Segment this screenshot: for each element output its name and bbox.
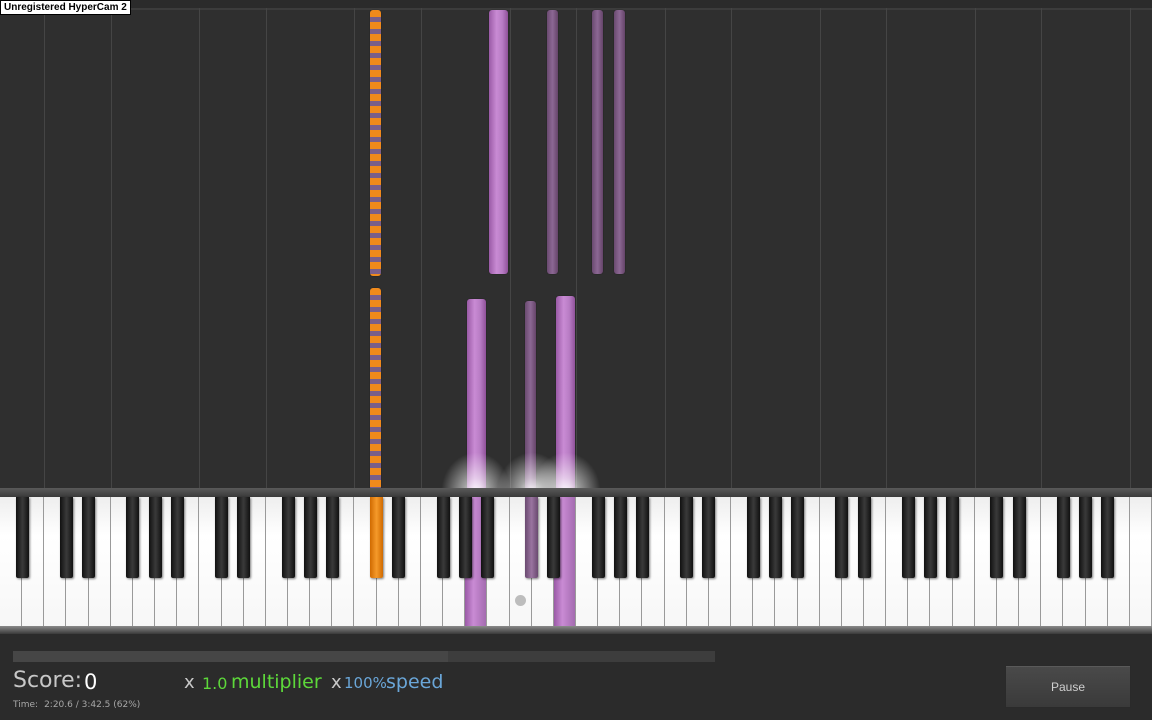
black-key[interactable] bbox=[835, 497, 849, 578]
time-value: 2:20.6 / 3:42.5 (62%) bbox=[44, 700, 141, 710]
black-key[interactable] bbox=[82, 497, 96, 578]
black-key[interactable] bbox=[1056, 497, 1070, 578]
song-progress-fill bbox=[13, 651, 449, 662]
black-key[interactable] bbox=[215, 497, 229, 578]
black-key[interactable] bbox=[1012, 497, 1026, 578]
time-label: Time: bbox=[13, 700, 39, 710]
black-key[interactable] bbox=[325, 497, 339, 578]
black-key[interactable] bbox=[59, 497, 73, 578]
black-key[interactable] bbox=[746, 497, 760, 578]
black-key[interactable] bbox=[635, 497, 649, 578]
gridline bbox=[886, 8, 887, 490]
gridline bbox=[111, 8, 112, 490]
black-key[interactable] bbox=[436, 497, 450, 578]
black-key[interactable] bbox=[458, 497, 472, 578]
black-key[interactable] bbox=[15, 497, 29, 578]
mouse-cursor bbox=[515, 595, 526, 606]
black-key[interactable] bbox=[680, 497, 694, 578]
black-key[interactable] bbox=[480, 497, 494, 578]
black-key[interactable] bbox=[613, 497, 627, 578]
black-key[interactable] bbox=[392, 497, 406, 578]
black-key[interactable] bbox=[303, 497, 317, 578]
black-key[interactable] bbox=[768, 497, 782, 578]
black-key[interactable] bbox=[702, 497, 716, 578]
multiplier-value: 1.0 bbox=[202, 674, 228, 693]
gridline bbox=[421, 8, 422, 490]
falling-notes-area bbox=[0, 8, 1152, 490]
gridline bbox=[199, 8, 200, 490]
black-key[interactable] bbox=[281, 497, 295, 578]
black-key[interactable] bbox=[990, 497, 1004, 578]
pause-button[interactable]: Pause bbox=[1005, 665, 1131, 708]
gridline bbox=[510, 8, 511, 490]
gridline bbox=[731, 8, 732, 490]
black-key[interactable] bbox=[547, 497, 561, 578]
white-key[interactable] bbox=[1129, 497, 1152, 626]
gridline bbox=[576, 8, 577, 490]
keyboard-bottom-bar bbox=[0, 626, 1152, 634]
black-key[interactable] bbox=[1101, 497, 1115, 578]
black-key[interactable] bbox=[591, 497, 605, 578]
recorder-watermark: Unregistered HyperCam 2 bbox=[0, 0, 131, 15]
time-readout: Time: 2:20.6 / 3:42.5 (62%) bbox=[13, 700, 146, 710]
song-progress-bar[interactable] bbox=[13, 651, 715, 662]
black-key[interactable] bbox=[946, 497, 960, 578]
hit-sparkle bbox=[531, 452, 601, 492]
black-key[interactable] bbox=[857, 497, 871, 578]
score-label: Score: bbox=[13, 668, 83, 693]
gridline bbox=[975, 8, 976, 490]
black-key[interactable] bbox=[791, 497, 805, 578]
speed-value: 100% bbox=[344, 674, 387, 692]
black-key[interactable] bbox=[170, 497, 184, 578]
gridline bbox=[44, 8, 45, 490]
black-key[interactable] bbox=[126, 497, 140, 578]
black-key[interactable] bbox=[923, 497, 937, 578]
speed-x: x bbox=[331, 672, 342, 693]
falling-note bbox=[592, 10, 603, 274]
gridline bbox=[266, 8, 267, 490]
speed-label: speed bbox=[386, 671, 444, 693]
gridline bbox=[820, 8, 821, 490]
black-key[interactable] bbox=[237, 497, 251, 578]
black-key[interactable] bbox=[370, 497, 384, 578]
score-value: 0 bbox=[84, 670, 98, 694]
falling-note bbox=[614, 10, 625, 274]
black-key[interactable] bbox=[148, 497, 162, 578]
black-key[interactable] bbox=[1079, 497, 1093, 578]
black-key[interactable] bbox=[901, 497, 915, 578]
multiplier-x: x bbox=[184, 672, 195, 693]
falling-note-orange bbox=[370, 288, 381, 490]
falling-note bbox=[489, 10, 508, 274]
black-key[interactable] bbox=[525, 497, 539, 578]
falling-note-orange bbox=[370, 10, 381, 276]
falling-note bbox=[547, 10, 558, 274]
piano-keyboard[interactable] bbox=[0, 497, 1152, 630]
gridline bbox=[354, 8, 355, 490]
gridline bbox=[1041, 8, 1042, 490]
gridline bbox=[665, 8, 666, 490]
gridline bbox=[1130, 8, 1131, 490]
multiplier-label: multiplier bbox=[231, 671, 322, 693]
